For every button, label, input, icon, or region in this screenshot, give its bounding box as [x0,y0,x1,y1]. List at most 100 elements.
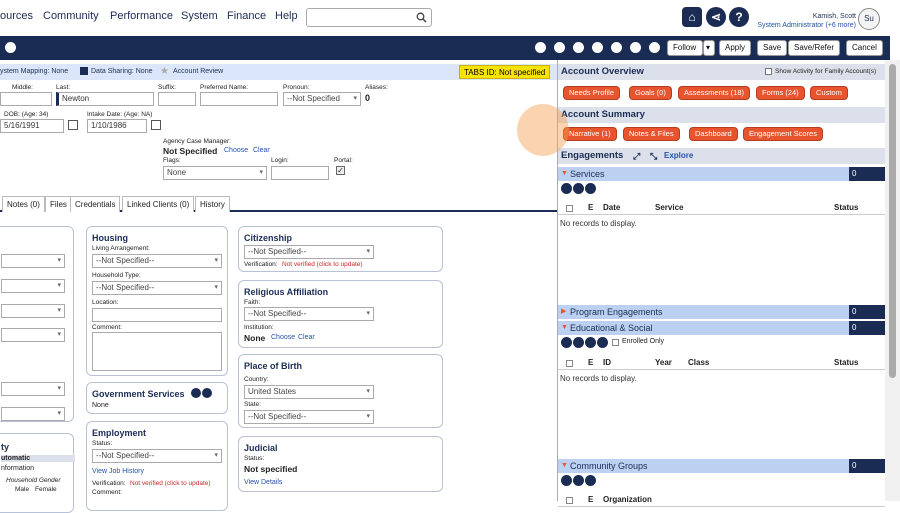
minus-circle-icon[interactable] [573,337,584,348]
acm-choose-link[interactable]: Choose [224,147,248,154]
demographic-select-2[interactable] [1,279,65,293]
calendar-icon[interactable] [151,120,161,130]
login-input[interactable] [271,166,329,180]
collapse-icon[interactable]: ⤡ [650,148,657,164]
nav-system[interactable]: System [181,10,218,22]
demographic-select-5[interactable] [1,382,65,396]
help-icon[interactable]: ? [729,7,749,27]
intake-date-input[interactable]: 1/10/1986 [87,119,147,133]
enrolled-only-checkbox[interactable] [612,339,619,346]
system-mapping[interactable]: ystem Mapping: None [0,68,68,75]
search-icon[interactable] [585,337,596,348]
share-icon[interactable]: ⋖ [706,7,726,27]
link-icon[interactable] [561,183,572,194]
family-icon[interactable] [629,41,642,54]
custom-button[interactable]: Custom [810,86,848,100]
camera-icon[interactable] [572,41,585,54]
save-button[interactable]: Save [757,40,788,56]
nav-help[interactable]: Help [275,10,298,22]
needs-profile-button[interactable]: Needs Profile [563,86,621,100]
acm-clear-link[interactable]: Clear [253,147,270,154]
follow-dropdown-button[interactable]: ▾ [703,40,715,56]
educational-col-status[interactable]: Status [834,356,858,370]
settings-icon[interactable] [4,41,17,54]
list-icon[interactable] [597,337,608,348]
list-icon[interactable] [585,183,596,194]
pronoun-select[interactable]: --Not Specified [283,92,361,106]
tab-linked-clients[interactable]: Linked Clients (0) [122,196,195,212]
citizenship-verification-link[interactable]: Not verified (click to update) [282,261,363,268]
institution-choose-link[interactable]: Choose [271,334,295,341]
minus-circle-icon[interactable] [534,41,547,54]
state-select[interactable]: --Not Specified-- [244,410,374,424]
housing-comment-textarea[interactable] [92,332,222,371]
services-col-status[interactable]: Status [834,201,858,215]
forms-button[interactable]: Forms (24) [756,86,805,100]
tab-credentials[interactable]: Credentials [70,196,121,212]
follow-button[interactable]: Follow [667,40,703,56]
assessments-button[interactable]: Assessments (18) [678,86,751,100]
tab-files[interactable]: Files [45,196,72,212]
goals-button[interactable]: Goals (0) [629,86,672,100]
expand-icon[interactable]: ⤢ [633,148,640,164]
employment-verification-link[interactable]: Not verified (click to update) [130,480,211,487]
employment-status-select[interactable]: --Not Specified-- [92,449,222,463]
aliases-count[interactable]: 0 [365,93,370,103]
tab-history[interactable]: History [195,196,230,212]
faith-select[interactable]: --Not Specified-- [244,307,374,321]
community-groups-header[interactable]: ▼ Community Groups 0 [558,459,885,473]
explore-link[interactable]: Explore [664,148,693,164]
program-engagements-header[interactable]: ▶ Program Engagements 0 [558,305,885,319]
services-header[interactable]: ▼ Services 0 [558,167,885,181]
show-activity-checkbox[interactable] [765,68,772,75]
educational-select-all-checkbox[interactable] [566,360,573,367]
lock-icon[interactable] [610,41,623,54]
demographic-select-3[interactable] [1,304,65,318]
location-input[interactable] [92,308,222,322]
suffix-input[interactable] [158,92,196,106]
educational-col-id[interactable]: ID [603,356,611,370]
services-col-service[interactable]: Service [655,201,683,215]
demographic-select-4[interactable] [1,328,65,342]
services-select-all-checkbox[interactable] [566,205,573,212]
dashboard-button[interactable]: Dashboard [689,127,738,141]
minus-circle-icon[interactable] [573,475,584,486]
cancel-button[interactable]: Cancel [846,40,883,56]
nav-performance[interactable]: Performance [110,10,173,22]
country-select[interactable]: United States [244,385,374,399]
demographic-select-6[interactable] [1,407,65,421]
star-icon[interactable]: ★ [160,66,169,77]
engagement-scores-button[interactable]: Engagement Scores [743,127,823,141]
user-role[interactable]: System Administrator (+6 more) [757,21,856,30]
search-icon[interactable] [585,475,596,486]
avatar[interactable]: Su [858,8,880,30]
services-col-date[interactable]: Date [603,201,620,215]
home-icon[interactable]: ⌂ [682,7,702,27]
demographic-select-1[interactable] [1,254,65,268]
scrollbar-thumb[interactable] [889,64,896,378]
educational-social-header[interactable]: ▼ Educational & Social 0 [558,321,885,335]
view-job-history-link[interactable]: View Job History [92,468,144,475]
living-arrangement-select[interactable]: --Not Specified-- [92,254,222,268]
judicial-view-details-link[interactable]: View Details [244,479,282,486]
flags-select[interactable]: None [163,166,267,180]
community-col-organization[interactable]: Organization [603,493,652,507]
preferred-name-input[interactable] [200,92,278,106]
citizenship-select[interactable]: --Not Specified-- [244,245,374,259]
search-input[interactable] [306,8,432,27]
chart-icon[interactable] [648,41,661,54]
apply-button[interactable]: Apply [719,40,752,56]
save-refer-button[interactable]: Save/Refer [788,40,841,56]
add-circle-icon[interactable] [191,388,201,398]
community-col-e[interactable]: E [588,493,593,507]
portal-checkbox[interactable]: ✓ [336,166,345,175]
nav-finance[interactable]: Finance [227,10,266,22]
print-icon[interactable] [553,41,566,54]
middle-name-input[interactable] [0,92,52,106]
household-type-select[interactable]: --Not Specified-- [92,281,222,295]
nav-community[interactable]: Community [43,10,99,22]
last-name-input[interactable]: Newton [56,92,154,106]
dob-input[interactable]: 5/16/1991 [0,119,64,133]
add-circle-icon[interactable] [561,475,572,486]
calendar-icon[interactable] [68,120,78,130]
